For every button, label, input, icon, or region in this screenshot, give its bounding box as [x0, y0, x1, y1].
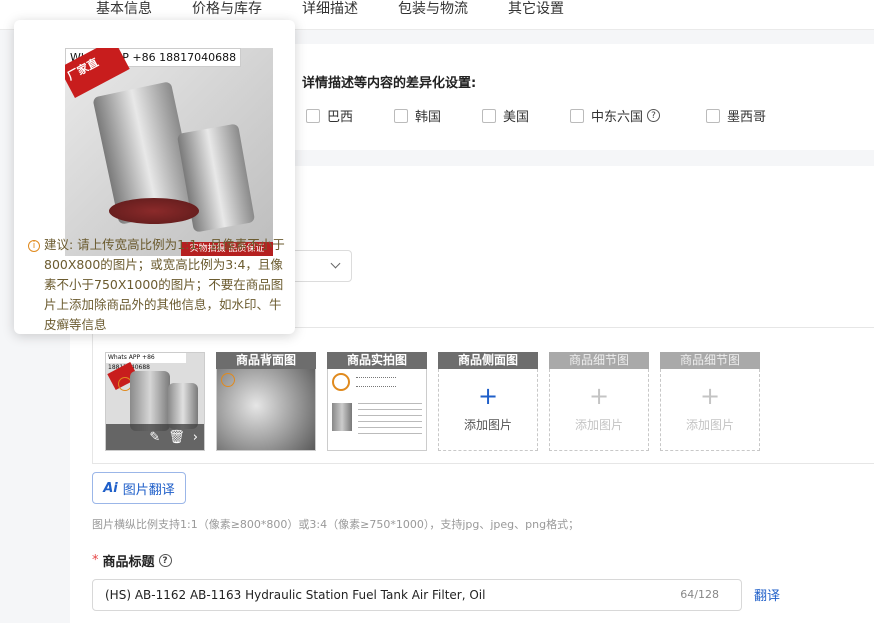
- tab-other-settings[interactable]: 其它设置: [508, 0, 564, 18]
- filter-base: [109, 198, 199, 224]
- add-image-label: 添加图片: [463, 418, 512, 432]
- required-mark: *: [92, 553, 99, 568]
- help-icon[interactable]: ?: [647, 109, 661, 122]
- warning-circle-icon: [221, 373, 235, 387]
- chevron-right-icon[interactable]: ›: [193, 430, 198, 445]
- watermark-text: Whats APP +86 18817040688: [106, 353, 186, 371]
- country-label: 中东六国: [591, 110, 644, 125]
- country-checkbox-korea[interactable]: 韩国: [394, 106, 441, 125]
- plus-icon: +: [699, 382, 721, 410]
- filter-image: [130, 371, 170, 431]
- main-image-thumbnail: Whats APP +86 18817040688 ✎ 🗑 ›: [105, 352, 205, 451]
- add-image-label: 添加图片: [574, 418, 623, 432]
- differentiation-title: 详情描述等内容的差异化设置:: [302, 76, 477, 91]
- image-slot-real[interactable]: 商品实拍图: [327, 352, 427, 451]
- char-counter: 64/128: [680, 588, 719, 601]
- image-slot-side[interactable]: 商品侧面图 + 添加图片: [438, 352, 538, 451]
- add-image-area[interactable]: + 添加图片: [549, 369, 649, 451]
- country-checkbox-usa[interactable]: 美国: [482, 106, 529, 125]
- real-image-thumbnail: [327, 369, 427, 451]
- upload-advice-text: 建议: 请上传宽高比例为1:1，且像素不小于800X800的图片；或宽高比例为3…: [44, 237, 285, 332]
- image-slot-detail-2[interactable]: 商品细节图 + 添加图片: [660, 352, 760, 451]
- slot-label: 商品细节图: [660, 352, 760, 369]
- edit-icon[interactable]: ✎: [149, 430, 160, 445]
- image-translate-label: 图片翻译: [122, 482, 175, 498]
- country-label: 韩国: [415, 110, 442, 125]
- preview-image: Whats APP +86 18817040688 厂家直 实物拍摄 品质保证: [65, 48, 273, 256]
- country-label: 美国: [503, 110, 530, 125]
- add-image-area[interactable]: + 添加图片: [660, 369, 760, 451]
- filter-image: [332, 403, 352, 431]
- checkbox[interactable]: [706, 108, 720, 123]
- add-image-area[interactable]: + 添加图片: [438, 369, 538, 451]
- back-image-thumbnail: [216, 369, 316, 451]
- product-title-value: (HS) AB-1162 AB-1163 Hydraulic Station F…: [105, 588, 486, 602]
- plus-icon: +: [588, 382, 610, 410]
- tab-description[interactable]: 详细描述: [302, 0, 358, 18]
- product-title-text: 商品标题: [102, 555, 155, 570]
- image-slot-back[interactable]: 商品背面图: [216, 352, 316, 451]
- country-label: 巴西: [327, 110, 354, 125]
- ai-icon: Ai: [103, 480, 118, 496]
- add-image-label: 添加图片: [685, 418, 734, 432]
- trash-icon[interactable]: 🗑: [168, 430, 185, 445]
- image-preview-popover: Whats APP +86 18817040688 厂家直 实物拍摄 品质保证 …: [14, 20, 295, 334]
- product-title-input[interactable]: (HS) AB-1162 AB-1163 Hydraulic Station F…: [92, 579, 742, 611]
- tab-basic-info[interactable]: 基本信息: [96, 0, 152, 18]
- warning-circle-icon: [332, 373, 350, 391]
- slot-label: 商品侧面图: [438, 352, 538, 369]
- slot-label: 商品背面图: [216, 352, 316, 369]
- slot-label: 商品实拍图: [327, 352, 427, 369]
- checkbox[interactable]: [394, 108, 408, 123]
- checkbox[interactable]: [306, 108, 320, 123]
- filter-image: [168, 383, 198, 429]
- image-translate-button[interactable]: Ai 图片翻译: [92, 472, 186, 504]
- country-checkbox-mexico[interactable]: 墨西哥: [706, 106, 766, 125]
- country-label: 墨西哥: [727, 110, 767, 125]
- image-tool-bar: ✎ 🗑 ›: [106, 424, 204, 450]
- image-format-hint: 图片横纵比例支持1:1（像素≥800*800）或3:4（像素≥750*1000）…: [92, 518, 580, 531]
- help-icon[interactable]: ?: [158, 554, 172, 567]
- product-title-label: * 商品标题 ?: [92, 551, 172, 570]
- info-icon: i: [28, 240, 40, 252]
- tab-price-stock[interactable]: 价格与库存: [192, 0, 262, 18]
- image-slot-detail-1[interactable]: 商品细节图 + 添加图片: [549, 352, 649, 451]
- image-slot-main[interactable]: Whats APP +86 18817040688 ✎ 🗑 ›: [105, 352, 205, 451]
- checkbox[interactable]: [570, 108, 584, 123]
- checkbox[interactable]: [482, 108, 496, 123]
- chevron-down-icon: [330, 258, 341, 269]
- spec-table-image: [358, 401, 422, 439]
- translate-link[interactable]: 翻译: [754, 585, 780, 604]
- slot-label: 商品细节图: [549, 352, 649, 369]
- diagram-lines: [356, 377, 396, 387]
- country-checkbox-gcc[interactable]: 中东六国 ?: [570, 106, 661, 125]
- country-checkbox-brazil[interactable]: 巴西: [306, 106, 353, 125]
- plus-icon: +: [477, 382, 499, 410]
- tab-packaging[interactable]: 包装与物流: [398, 0, 468, 18]
